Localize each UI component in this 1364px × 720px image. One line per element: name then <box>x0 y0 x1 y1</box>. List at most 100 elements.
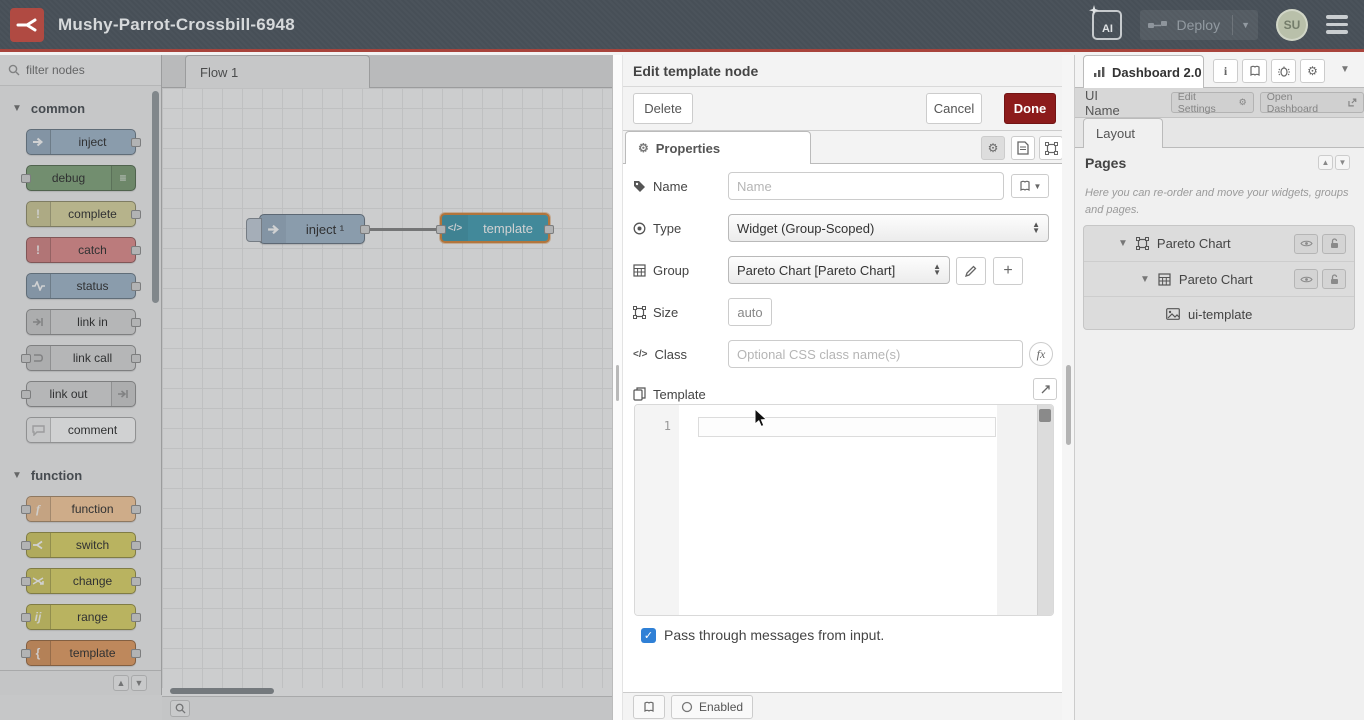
dialog-title: Edit template node <box>623 55 1062 87</box>
edit-settings-button[interactable]: Edit Settings ⚙ <box>1171 92 1254 113</box>
expand-pages-button[interactable]: ▼ <box>1335 155 1350 170</box>
output-port[interactable] <box>544 225 554 234</box>
wire-inject-to-template[interactable] <box>365 228 440 231</box>
palette-node-complete[interactable]: ! complete <box>26 201 136 227</box>
select-arrows-icon: ▲▼ <box>933 264 941 276</box>
main-menu-button[interactable] <box>1326 15 1348 34</box>
visibility-toggle-button[interactable] <box>1294 234 1318 254</box>
palette-node-range[interactable]: ij range <box>26 604 136 630</box>
link-in-icon <box>27 310 51 334</box>
appearance-view-button[interactable] <box>1039 136 1063 160</box>
output-port[interactable] <box>360 225 370 234</box>
dialog-scrollbar-thumb[interactable] <box>1066 365 1071 445</box>
editor-scrollbar-thumb[interactable] <box>1039 409 1051 422</box>
deploy-button[interactable]: Deploy ▼ <box>1140 10 1258 40</box>
tree-item-group-pareto-chart[interactable]: ▼ Pareto Chart <box>1084 261 1354 296</box>
open-dashboard-button[interactable]: Open Dashboard <box>1260 92 1364 113</box>
layout-tab-bar: Layout <box>1075 118 1364 148</box>
flow-canvas[interactable]: inject ¹ </> template <box>162 88 612 688</box>
add-group-button[interactable]: + <box>993 257 1023 285</box>
settings-button[interactable]: ⚙ <box>1300 59 1325 83</box>
palette-node-function[interactable]: f function <box>26 496 136 522</box>
sidebar-collapse-chevron-icon[interactable]: ▼ <box>1340 64 1350 75</box>
collapse-all-button[interactable]: ▲ <box>113 675 129 691</box>
palette-node-debug[interactable]: ≡ debug <box>26 165 136 191</box>
complete-icon: ! <box>27 202 51 226</box>
tag-icon <box>633 180 646 193</box>
palette-category-function[interactable]: ▼ function <box>0 453 161 496</box>
name-env-dropdown-button[interactable]: ▼ <box>1011 174 1049 198</box>
node-label: link out <box>27 382 111 406</box>
template-code-editor[interactable]: 1 <box>634 404 1054 616</box>
user-avatar[interactable]: SU <box>1276 9 1308 41</box>
name-input[interactable] <box>728 172 1004 200</box>
ai-assistant-button[interactable]: AI <box>1092 10 1122 40</box>
lock-toggle-button[interactable] <box>1322 269 1346 289</box>
tree-item-page-pareto-chart[interactable]: ▼ Pareto Chart <box>1084 226 1354 261</box>
info-button[interactable]: i <box>1213 59 1238 83</box>
editor-scrollbar[interactable] <box>1037 405 1053 615</box>
inject-trigger-button[interactable] <box>246 218 262 242</box>
canvas-search-button[interactable] <box>170 700 190 717</box>
node-enabled-toggle[interactable]: Enabled <box>671 695 753 719</box>
canvas-node-ui-template[interactable]: </> template <box>440 213 550 243</box>
help-button[interactable] <box>1242 59 1267 83</box>
class-input[interactable] <box>728 340 1023 368</box>
palette-scrollbar[interactable] <box>152 91 159 303</box>
palette-node-catch[interactable]: ! catch <box>26 237 136 263</box>
palette-node-link-out[interactable]: link out <box>26 381 136 407</box>
gear-icon: ⚙ <box>638 141 649 155</box>
page-icon <box>1136 237 1149 250</box>
edit-group-button[interactable] <box>956 257 986 285</box>
class-expression-button[interactable]: fx <box>1029 342 1053 366</box>
type-select[interactable]: Widget (Group-Scoped) ▲▼ <box>728 214 1049 242</box>
dialog-resize-handle[interactable] <box>613 55 623 720</box>
group-select[interactable]: Pareto Chart [Pareto Chart] ▲▼ <box>728 256 950 284</box>
output-port <box>131 541 141 550</box>
size-auto-button[interactable]: auto <box>728 298 772 326</box>
tab-dashboard-2[interactable]: Dashboard 2.0 <box>1083 55 1204 88</box>
palette-node-change[interactable]: change <box>26 568 136 594</box>
widget-image-icon <box>1166 308 1180 320</box>
palette-filter-input[interactable] <box>26 63 136 77</box>
dialog-scrollbar[interactable] <box>1062 55 1075 720</box>
palette-node-link-call[interactable]: link call <box>26 345 136 371</box>
visibility-toggle-button[interactable] <box>1294 269 1318 289</box>
canvas-horizontal-scrollbar[interactable] <box>170 688 274 694</box>
tab-flow-1[interactable]: Flow 1 <box>185 55 370 88</box>
properties-view-button[interactable]: ⚙ <box>981 136 1005 160</box>
node-help-button[interactable] <box>633 695 665 719</box>
deploy-options-chevron-icon[interactable]: ▼ <box>1241 20 1250 30</box>
canvas-node-inject[interactable]: inject ¹ <box>259 214 365 244</box>
palette-node-inject[interactable]: inject <box>26 129 136 155</box>
palette-node-status[interactable]: status <box>26 273 136 299</box>
output-port <box>131 282 141 291</box>
palette-node-comment[interactable]: comment <box>26 417 136 443</box>
passthrough-label: Pass through messages from input. <box>664 627 884 643</box>
description-view-button[interactable] <box>1011 136 1035 160</box>
passthrough-checkbox[interactable]: ✓ <box>641 628 656 643</box>
palette-category-common[interactable]: ▼ common <box>0 86 161 129</box>
done-button[interactable]: Done <box>1004 93 1056 124</box>
chevron-down-icon: ▼ <box>12 470 22 481</box>
palette-node-template[interactable]: { template <box>26 640 136 666</box>
tab-layout[interactable]: Layout <box>1083 118 1163 148</box>
editor-minimap <box>997 405 1037 615</box>
comment-bubble-icon <box>27 418 51 442</box>
tree-item-widget-ui-template[interactable]: ui-template <box>1084 296 1354 330</box>
palette-node-link-in[interactable]: link in <box>26 309 136 335</box>
input-port[interactable] <box>436 225 446 234</box>
chevron-down-icon: ▼ <box>12 103 22 114</box>
tab-properties[interactable]: ⚙ Properties <box>625 131 811 164</box>
expand-all-button[interactable]: ▼ <box>131 675 147 691</box>
selection-box-icon <box>1045 142 1058 155</box>
collapse-pages-button[interactable]: ▲ <box>1318 155 1333 170</box>
cancel-button[interactable]: Cancel <box>926 93 982 124</box>
debug-button[interactable] <box>1271 59 1296 83</box>
expand-editor-button[interactable] <box>1033 378 1057 400</box>
lock-toggle-button[interactable] <box>1322 234 1346 254</box>
delete-button[interactable]: Delete <box>633 93 693 124</box>
palette-node-switch[interactable]: switch <box>26 532 136 558</box>
unlock-icon <box>1329 274 1340 285</box>
book-icon <box>643 701 655 713</box>
